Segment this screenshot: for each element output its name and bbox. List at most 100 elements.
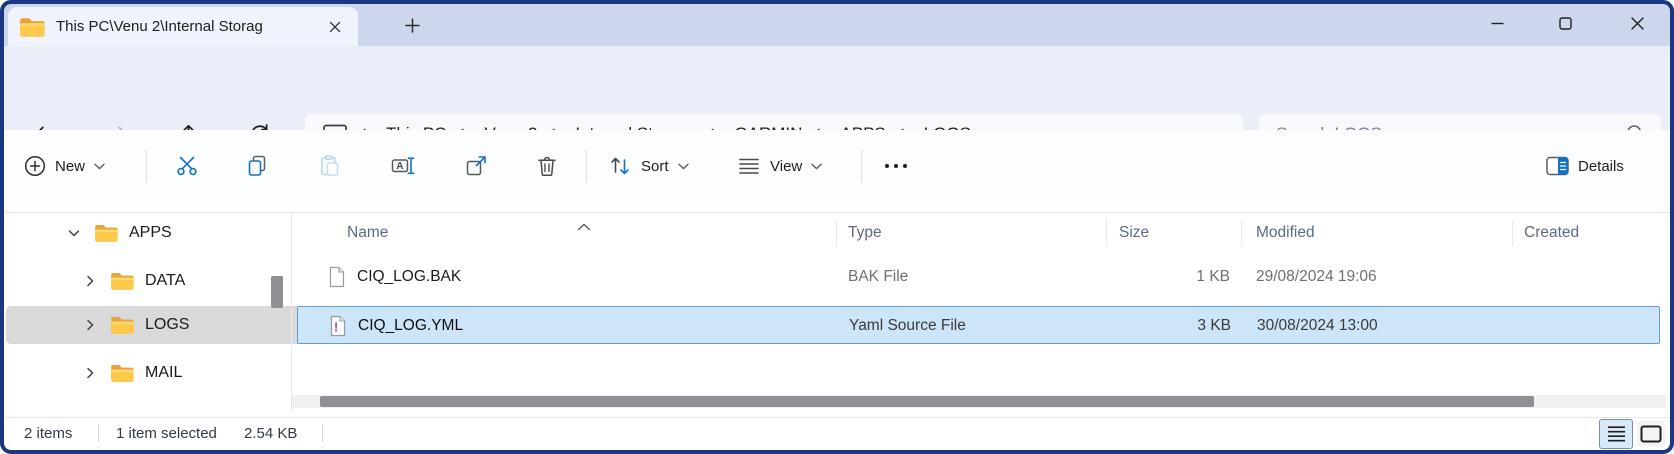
file-row-ciq-log-bak[interactable]: CIQ_LOG.BAK BAK File 1 KB 29/08/2024 19:… <box>297 258 1660 296</box>
sort-button[interactable]: Sort <box>598 146 699 186</box>
more-options-icon <box>883 162 909 170</box>
new-tab-button[interactable] <box>398 14 426 36</box>
chevron-right-icon[interactable] <box>82 274 98 288</box>
paste-button[interactable] <box>308 146 352 186</box>
thumbnail-view-toggle-button[interactable] <box>1637 421 1665 447</box>
chevron-right-icon[interactable] <box>82 318 98 332</box>
file-modified: 29/08/2024 19:06 <box>1256 258 1377 296</box>
chevron-down-icon <box>94 163 105 170</box>
delete-button[interactable] <box>525 146 569 186</box>
maximize-button[interactable] <box>1544 10 1586 36</box>
new-button[interactable]: New <box>14 146 115 186</box>
column-divider[interactable] <box>1241 220 1242 246</box>
active-tab[interactable]: This PC\Venu 2\Internal Storag <box>8 7 358 46</box>
chevron-right-icon[interactable] <box>82 366 98 380</box>
column-divider[interactable] <box>1512 220 1513 246</box>
file-row-ciq-log-yml[interactable]: ! CIQ_LOG.YML Yaml Source File 3 KB 30/0… <box>297 306 1660 344</box>
tab-title: This PC\Venu 2\Internal Storag <box>56 18 282 35</box>
share-button[interactable] <box>454 146 498 186</box>
navigation-bar: This PC Venu 2 Internal Storage GARMIN A… <box>0 46 1674 130</box>
sort-ascending-icon <box>577 218 591 236</box>
file-type: BAK File <box>848 258 908 296</box>
toolbar-divider <box>586 150 587 182</box>
folder-icon <box>111 364 134 382</box>
more-options-button[interactable] <box>874 146 918 186</box>
folder-icon <box>95 224 118 242</box>
file-modified: 30/08/2024 13:00 <box>1257 307 1378 345</box>
sort-arrows-icon <box>608 154 632 178</box>
close-icon <box>329 21 341 33</box>
sidebar-item-apps[interactable]: APPS <box>6 214 328 252</box>
column-divider[interactable] <box>1106 220 1107 246</box>
thumbnail-view-icon <box>1640 425 1662 443</box>
status-selection-size: 2.54 KB <box>244 418 297 448</box>
column-header-created[interactable]: Created <box>1524 214 1579 252</box>
tab-bar: This PC\Venu 2\Internal Storag <box>0 0 1674 46</box>
new-button-label: New <box>55 158 85 175</box>
share-icon <box>464 154 488 178</box>
column-header-name[interactable]: Name <box>347 214 388 252</box>
paste-icon <box>318 154 342 178</box>
sidebar-item-label: MAIL <box>145 364 182 382</box>
view-button-label: View <box>770 158 802 175</box>
cut-icon <box>175 154 199 178</box>
folder-icon <box>111 316 134 334</box>
trash-icon <box>535 154 559 178</box>
chevron-down-icon <box>811 163 822 170</box>
cut-button[interactable] <box>165 146 209 186</box>
sidebar-item-data[interactable]: DATA <box>6 262 344 300</box>
svg-text:!: ! <box>334 321 338 335</box>
chevron-down-icon[interactable] <box>66 226 82 240</box>
file-name: CIQ_LOG.YML <box>358 307 463 345</box>
sidebar-scrollbar-thumb[interactable] <box>271 276 283 308</box>
rename-button[interactable]: A <box>381 146 425 186</box>
rename-icon: A <box>391 154 415 178</box>
maximize-icon <box>1559 17 1572 30</box>
chevron-down-icon <box>678 163 689 170</box>
sort-button-label: Sort <box>641 158 669 175</box>
file-size: 3 KB <box>1088 307 1231 345</box>
sidebar-item-mail[interactable]: MAIL <box>6 354 344 392</box>
folder-icon <box>20 17 45 37</box>
bak-file-icon <box>328 266 346 293</box>
minimize-icon <box>1491 17 1504 30</box>
minimize-button[interactable] <box>1476 10 1518 36</box>
folder-icon <box>111 272 134 290</box>
plus-circle-icon <box>24 155 46 177</box>
status-selection: 1 item selected <box>116 418 217 448</box>
file-name: CIQ_LOG.BAK <box>357 258 461 296</box>
file-size: 1 KB <box>1087 258 1230 296</box>
yml-file-icon: ! <box>329 315 347 342</box>
details-pane-button[interactable]: Details <box>1536 146 1634 186</box>
file-type: Yaml Source File <box>849 307 966 345</box>
plus-icon <box>405 18 420 33</box>
details-pane-icon <box>1546 156 1569 176</box>
close-window-button[interactable] <box>1616 10 1658 36</box>
status-divider <box>98 424 99 442</box>
column-header-type[interactable]: Type <box>848 214 882 252</box>
list-lines-icon <box>737 154 761 178</box>
explorer-window: This PC\Venu 2\Internal Storag <box>0 0 1674 454</box>
tab-close-button[interactable] <box>324 16 346 38</box>
copy-icon <box>245 154 269 178</box>
svg-text:A: A <box>396 161 403 172</box>
details-button-label: Details <box>1578 158 1624 175</box>
toolbar-divider <box>146 150 147 182</box>
column-divider[interactable] <box>836 220 837 246</box>
horizontal-scrollbar-thumb[interactable] <box>320 396 1534 407</box>
pane-divider <box>291 213 292 412</box>
copy-button[interactable] <box>235 146 279 186</box>
details-view-toggle-button[interactable] <box>1599 419 1633 449</box>
column-header-modified[interactable]: Modified <box>1256 214 1315 252</box>
status-divider <box>322 424 323 442</box>
status-item-count: 2 items <box>24 418 72 448</box>
sidebar-item-label: DATA <box>145 272 185 290</box>
column-header-size[interactable]: Size <box>1119 214 1149 252</box>
sidebar-item-label: LOGS <box>145 316 189 334</box>
toolbar-divider <box>861 150 862 182</box>
close-icon <box>1631 17 1644 30</box>
view-button[interactable]: View <box>727 146 832 186</box>
details-view-icon <box>1607 425 1626 443</box>
sidebar-item-label: APPS <box>129 224 172 242</box>
sidebar-item-logs[interactable]: LOGS <box>6 306 344 344</box>
